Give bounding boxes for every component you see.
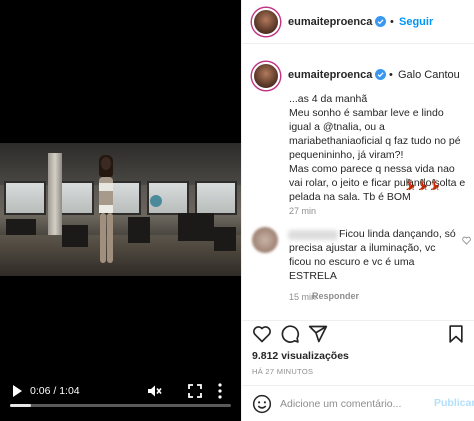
comment-text: Ficou linda dançando, só precisa ajustar… [289,228,456,282]
video-progress-fill [10,404,31,407]
post-age[interactable]: HÁ 27 MINUTOS [252,367,313,376]
video-scene-pillar [48,153,62,248]
caption-separator: • [389,69,393,81]
follow-button[interactable]: Seguir [399,15,433,29]
video-player[interactable]: 0:06 / 1:04 [0,0,241,421]
bookmark-icon[interactable] [446,324,466,344]
video-time: 0:06 / 1:04 [30,385,80,397]
verified-badge-icon [375,69,386,80]
heart-icon[interactable] [252,324,272,344]
caption-author-avatar[interactable] [252,62,280,90]
video-progress-bar[interactable] [10,404,231,407]
caption-author-username[interactable]: eumaiteproenca [288,68,372,82]
video-scene-furniture [214,227,236,251]
video-scene-furniture [6,219,36,235]
more-vertical-icon[interactable] [216,382,224,400]
play-icon[interactable] [10,384,24,398]
share-icon[interactable] [308,324,328,344]
volume-muted-icon[interactable] [146,383,162,399]
video-scene-furniture [62,225,88,247]
view-count[interactable]: 9.812 visualizações [252,350,349,362]
video-scene-windows [0,181,241,215]
caption-time: 27 min [289,206,317,216]
instagram-post-modal: 0:06 / 1:04 eumaiteproenca • Seguir euma… [0,0,474,421]
comment-icon[interactable] [280,324,300,344]
video-scene-ceiling [0,143,241,185]
like-comment-heart-icon[interactable] [462,236,471,245]
verified-badge-icon [375,16,386,27]
video-scene-floor [0,235,241,276]
video-scene-dancer [92,155,120,265]
comment-input[interactable] [280,395,425,413]
commenter-avatar[interactable] [252,227,278,253]
author-username[interactable]: eumaiteproenca [288,15,372,29]
reply-button[interactable]: Responder [312,291,359,301]
video-scene-globe [150,195,162,207]
author-avatar[interactable] [252,8,280,36]
header-separator: • [390,16,394,28]
post-comment-button[interactable]: Publicar [434,397,474,409]
video-frame[interactable] [0,143,241,276]
audio-label[interactable]: Galo Cantou [398,68,460,82]
fullscreen-icon[interactable] [187,383,203,399]
emoji-icon[interactable] [252,394,272,414]
actions-divider [242,320,474,321]
post-sidebar: eumaiteproenca • Seguir eumaiteproenca •… [241,0,474,421]
post-header: eumaiteproenca • Seguir [242,0,474,44]
comment-box: Publicar [242,385,474,421]
video-scene-furniture [128,217,150,243]
caption-emoji-icons: 💃🏽💃🏽💃🏽 [404,180,442,191]
video-scene-furniture [178,213,214,241]
video-controls: 0:06 / 1:04 [0,376,241,406]
